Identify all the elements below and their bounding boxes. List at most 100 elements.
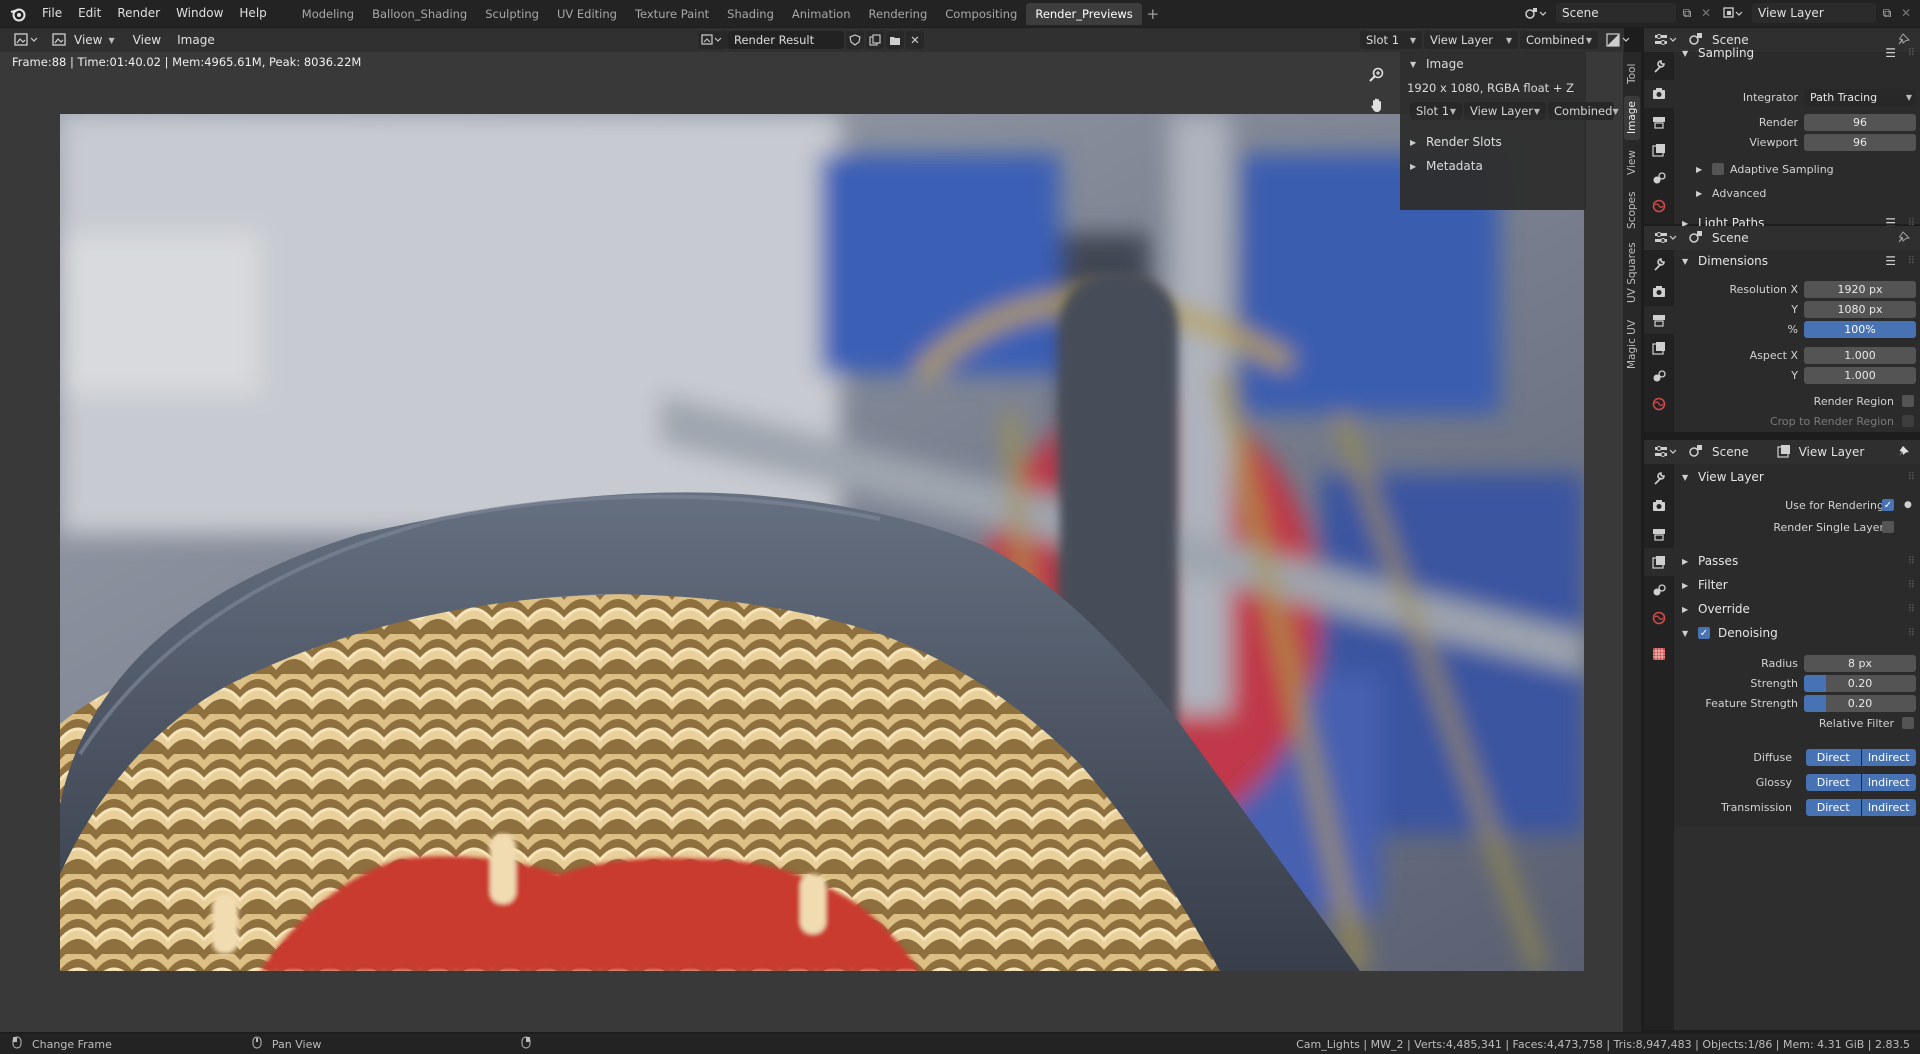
world-tab-icon[interactable] — [1644, 192, 1674, 220]
drag-grip-icon[interactable]: ⠿ — [1908, 580, 1915, 591]
scene-tab-icon[interactable] — [1644, 362, 1674, 390]
output-tab-icon[interactable] — [1644, 520, 1674, 548]
keyframe-dot-icon[interactable]: ● — [1904, 500, 1912, 510]
new-scene-icon[interactable]: ⧉ — [1678, 3, 1696, 23]
scene-selector-icon[interactable] — [1524, 3, 1550, 23]
render-region-checkbox[interactable] — [1902, 395, 1914, 407]
tab-shading[interactable]: Shading — [718, 3, 783, 25]
advanced-row[interactable]: ▶ Advanced — [1674, 184, 1920, 202]
radius-field[interactable]: 8 px — [1804, 654, 1916, 672]
render-result-image[interactable] — [60, 114, 1584, 971]
render-single-layer-checkbox[interactable] — [1882, 521, 1894, 533]
props-editor-type-icon[interactable] — [1654, 231, 1684, 245]
view-layer-selector-icon[interactable] — [1722, 3, 1748, 23]
denoising-checkbox[interactable]: ✓ — [1698, 627, 1710, 639]
strength-slider[interactable]: 0.20 — [1804, 674, 1916, 692]
editor-type-icon[interactable] — [8, 30, 46, 50]
passes-section-header[interactable]: ▶ Passes ⠿ — [1674, 550, 1920, 572]
view-layer-tab-icon[interactable] — [1644, 334, 1674, 362]
new-view-layer-icon[interactable]: ⧉ — [1878, 3, 1896, 23]
tab-animation[interactable]: Animation — [783, 3, 860, 25]
presets-list-icon[interactable]: ☰ — [1885, 254, 1896, 268]
glossy-direct-toggle[interactable]: Direct — [1806, 773, 1861, 791]
render-tab-icon[interactable] — [1644, 492, 1674, 520]
fake-user-icon[interactable] — [846, 31, 864, 49]
view-layer-tab-icon[interactable] — [1644, 548, 1674, 576]
viewport-samples-field[interactable]: 96 — [1804, 133, 1916, 151]
transmission-indirect-toggle[interactable]: Indirect — [1861, 798, 1916, 816]
output-tab-icon[interactable] — [1644, 108, 1674, 136]
render-slots-section[interactable]: ▶ Render Slots — [1400, 130, 1586, 154]
pass-dropdown[interactable]: Combined ▼ — [1520, 31, 1598, 49]
tab-rendering[interactable]: Rendering — [860, 3, 937, 25]
menu-help[interactable]: Help — [231, 0, 274, 27]
tab-compositing[interactable]: Compositing — [936, 3, 1026, 25]
npanel-layer-dropdown[interactable]: View Layer ▼ — [1464, 102, 1546, 120]
drag-grip-icon[interactable]: ⠿ — [1908, 556, 1915, 567]
denoising-section-header[interactable]: ▼ ✓ Denoising ⠿ — [1674, 622, 1920, 644]
props-editor-type-icon[interactable] — [1654, 445, 1684, 459]
menu-edit[interactable]: Edit — [70, 0, 109, 27]
relative-filter-checkbox[interactable] — [1902, 717, 1914, 729]
aspect-y-field[interactable]: 1.000 — [1804, 366, 1916, 384]
menu-window[interactable]: Window — [168, 0, 231, 27]
scene-name-field[interactable]: Scene — [1556, 3, 1676, 23]
vtab-view[interactable]: View — [1624, 144, 1640, 182]
drag-grip-icon[interactable]: ⠿ — [1908, 256, 1915, 267]
tool-settings-tab-icon[interactable] — [1644, 250, 1674, 278]
display-channels-icon[interactable] — [1604, 31, 1634, 49]
pin-icon[interactable] — [1898, 445, 1910, 460]
view-layer-tab-icon[interactable] — [1644, 136, 1674, 164]
adaptive-sampling-checkbox[interactable] — [1712, 163, 1724, 175]
tab-balloon-shading[interactable]: Balloon_Shading — [363, 3, 476, 25]
tab-modeling[interactable]: Modeling — [293, 3, 363, 25]
menu-image[interactable]: Image — [171, 30, 221, 50]
transmission-direct-toggle[interactable]: Direct — [1806, 798, 1861, 816]
vtab-scopes[interactable]: Scopes — [1624, 186, 1640, 234]
metadata-section[interactable]: ▶ Metadata — [1400, 154, 1586, 178]
tab-sculpting[interactable]: Sculpting — [476, 3, 548, 25]
integrator-dropdown[interactable]: Path Tracing ▼ — [1804, 88, 1916, 106]
npanel-slot-dropdown[interactable]: Slot 1 ▼ — [1410, 102, 1462, 120]
image-name-field[interactable]: Render Result — [728, 31, 844, 49]
texture-tab-icon[interactable] — [1644, 640, 1674, 668]
menu-view[interactable]: View — [127, 30, 167, 50]
delete-view-layer-icon[interactable]: ✕ — [1898, 3, 1914, 23]
drag-grip-icon[interactable]: ⠿ — [1908, 604, 1915, 615]
scene-tab-icon[interactable] — [1644, 576, 1674, 604]
sampling-section-header[interactable]: ▼ Sampling ☰ ⠿ — [1674, 42, 1920, 64]
tool-settings-tab-icon[interactable] — [1644, 464, 1674, 492]
world-tab-icon[interactable] — [1644, 604, 1674, 632]
diffuse-indirect-toggle[interactable]: Indirect — [1861, 748, 1916, 766]
override-section-header[interactable]: ▶ Override ⠿ — [1674, 598, 1920, 620]
dimensions-section-header[interactable]: ▼ Dimensions ☰ ⠿ — [1674, 250, 1920, 272]
blender-logo-icon[interactable] — [6, 2, 30, 26]
pan-view-hand-icon[interactable] — [1364, 92, 1390, 118]
use-for-rendering-checkbox[interactable]: ✓ — [1882, 499, 1894, 511]
slot-dropdown[interactable]: Slot 1 ▼ — [1360, 31, 1422, 49]
render-tab-icon[interactable] — [1644, 80, 1674, 108]
zoom-view-icon[interactable] — [1364, 62, 1390, 88]
vtab-magic-uv[interactable]: Magic UV — [1624, 312, 1640, 376]
vtab-uv-squares[interactable]: UV Squares — [1624, 238, 1640, 308]
menu-file[interactable]: File — [34, 0, 70, 27]
open-image-folder-icon[interactable] — [886, 31, 904, 49]
layer-dropdown[interactable]: View Layer ▼ — [1424, 31, 1518, 49]
resolution-percent-slider[interactable]: 100% — [1804, 320, 1916, 338]
world-tab-icon[interactable] — [1644, 390, 1674, 418]
render-tab-icon[interactable] — [1644, 278, 1674, 306]
render-samples-field[interactable]: 96 — [1804, 113, 1916, 131]
aspect-x-field[interactable]: 1.000 — [1804, 346, 1916, 364]
image-section-header[interactable]: ▼ Image — [1400, 52, 1586, 76]
add-workspace-icon[interactable]: + — [1142, 5, 1164, 23]
resolution-x-field[interactable]: 1920 px — [1804, 280, 1916, 298]
vtab-image[interactable]: Image — [1624, 96, 1640, 140]
pin-icon[interactable] — [1898, 230, 1911, 246]
presets-list-icon[interactable]: ☰ — [1885, 46, 1896, 60]
npanel-pass-dropdown[interactable]: Combined ▼ — [1548, 102, 1619, 120]
feature-strength-slider[interactable]: 0.20 — [1804, 694, 1916, 712]
resolution-y-field[interactable]: 1080 px — [1804, 300, 1916, 318]
image-browse-icon[interactable] — [698, 31, 728, 49]
view-mode-dropdown[interactable]: View ▼ — [46, 30, 121, 50]
view-layer-name-field[interactable]: View Layer — [1752, 3, 1876, 23]
